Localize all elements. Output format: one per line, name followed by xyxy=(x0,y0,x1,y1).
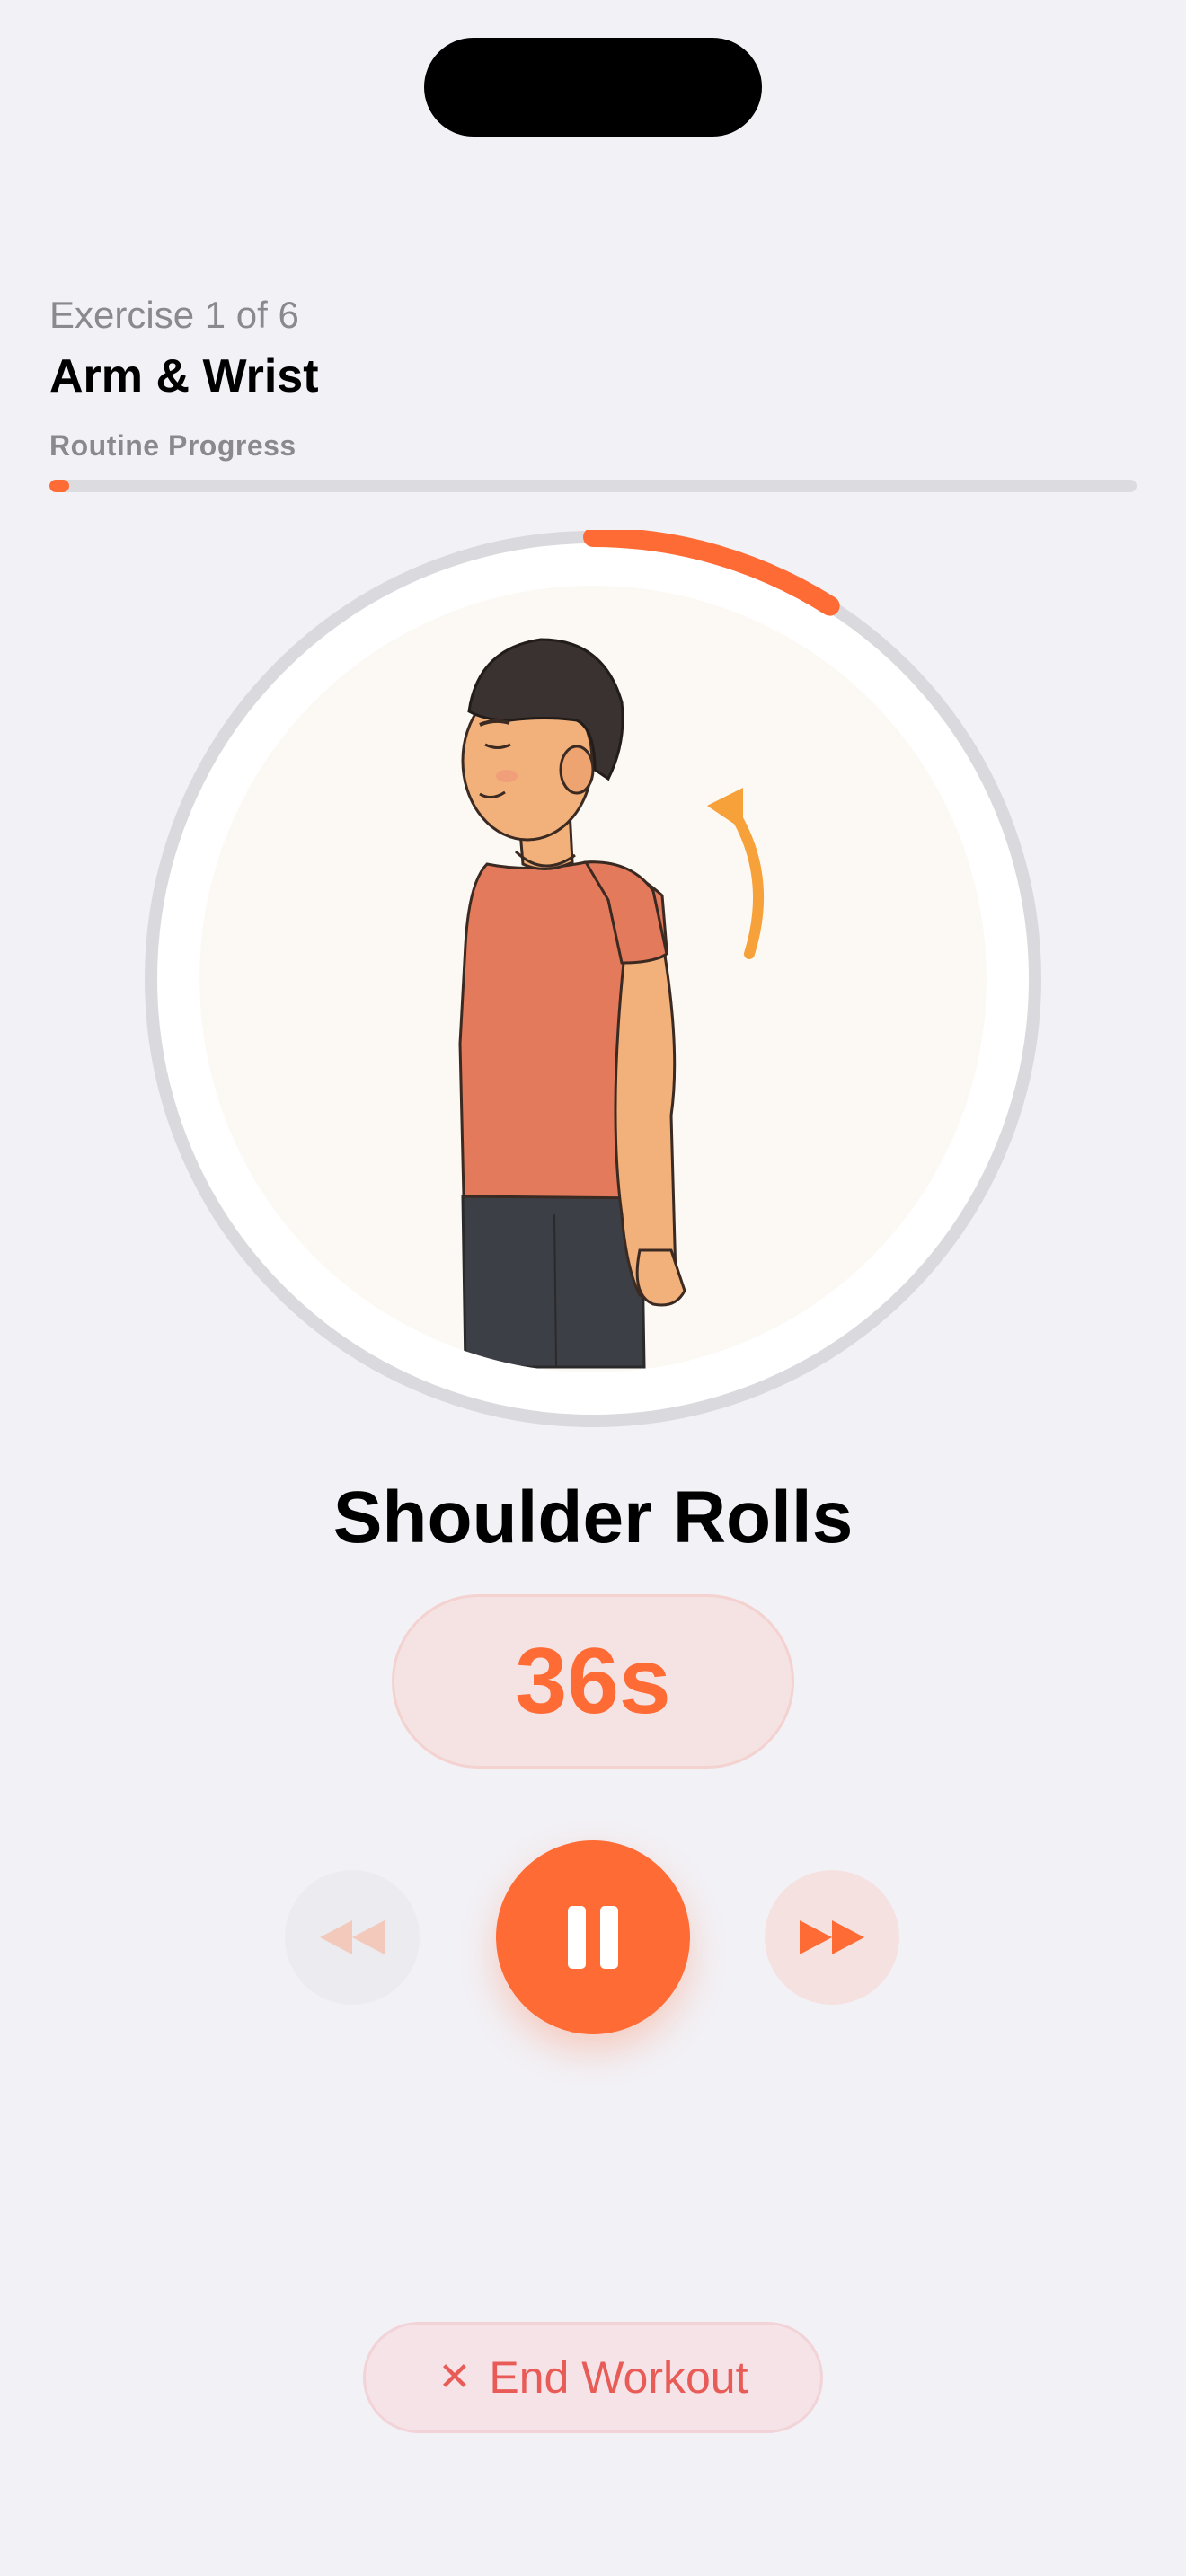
pause-icon xyxy=(568,1906,618,1969)
time-remaining-badge: 36s xyxy=(392,1594,794,1769)
previous-exercise-button[interactable] xyxy=(285,1870,420,2005)
pause-button[interactable] xyxy=(496,1840,690,2034)
exercise-title: Shoulder Rolls xyxy=(332,1477,854,1558)
backward-icon xyxy=(320,1920,385,1954)
exercise-counter: Exercise 1 of 6 xyxy=(49,294,299,336)
next-exercise-button[interactable] xyxy=(765,1870,899,2005)
routine-progress-bar xyxy=(49,480,1137,492)
end-workout-button[interactable]: ✕ End Workout xyxy=(363,2322,823,2433)
person-shoulder-roll-illustration xyxy=(458,638,765,1369)
end-workout-label: End Workout xyxy=(489,2352,748,2403)
routine-name: Arm & Wrist xyxy=(49,350,319,402)
workout-header: Exercise 1 of 6 Arm & Wrist xyxy=(49,286,1137,408)
progress-label: Routine Progress xyxy=(49,429,296,462)
forward-icon xyxy=(800,1920,864,1954)
exercise-illustration xyxy=(199,586,987,1372)
routine-progress-fill xyxy=(49,480,69,492)
close-icon: ✕ xyxy=(438,2355,472,2399)
time-remaining: 36s xyxy=(515,1628,671,1734)
dynamic-island xyxy=(424,38,762,137)
